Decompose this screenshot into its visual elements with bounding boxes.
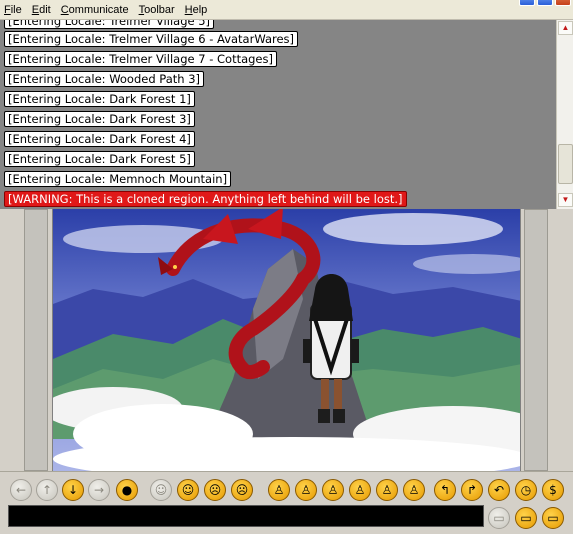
neutral-face-icon[interactable]: ☺	[150, 479, 172, 501]
chat-log: [Entering Locale: Trelmer Village 5] [En…	[0, 20, 556, 209]
jump-gesture-icon[interactable]: ♙	[376, 479, 398, 501]
back-arrow-icon[interactable]: ←	[10, 479, 32, 501]
minimize-button[interactable]	[519, 0, 535, 6]
speech-bubble-icon[interactable]: ▭	[488, 507, 510, 529]
chat-line: [Entering Locale: Dark Forest 5]	[4, 151, 195, 167]
left-side-panel	[24, 209, 48, 471]
menu-edit[interactable]: Edit	[32, 4, 51, 16]
down-arrow-icon[interactable]: ↓	[62, 479, 84, 501]
chat-line: [Entering Locale: Dark Forest 4]	[4, 131, 195, 147]
mountain-scene-image	[53, 209, 520, 471]
forward-arrow-icon[interactable]: →	[88, 479, 110, 501]
sad-face-icon[interactable]: ☹	[231, 479, 253, 501]
window-controls	[519, 0, 571, 6]
turn-right-icon[interactable]: ↱	[461, 479, 483, 501]
sit-gesture-icon[interactable]: ♙	[403, 479, 425, 501]
happy-face-icon[interactable]: ☺	[177, 479, 199, 501]
chat-line: [Entering Locale: Trelmer Village 6 - Av…	[4, 31, 299, 47]
region-view[interactable]	[52, 209, 521, 471]
scroll-thumb[interactable]	[558, 144, 573, 184]
warning-line: [WARNING: This is a cloned region. Anyth…	[4, 191, 407, 207]
turn-left-icon[interactable]: ↰	[434, 479, 456, 501]
menu-communicate[interactable]: Communicate	[61, 4, 129, 16]
chat-line: [Entering Locale: Dark Forest 3]	[4, 111, 195, 127]
chat-line: [Entering Locale: Trelmer Village 7 - Co…	[4, 51, 277, 67]
scene-frame	[0, 209, 573, 471]
thought-bubble-icon[interactable]: ▭	[542, 507, 564, 529]
menu-help[interactable]: Help	[185, 4, 208, 16]
maximize-button[interactable]	[537, 0, 553, 6]
point-gesture-icon[interactable]: ♙	[295, 479, 317, 501]
chat-scrollbar[interactable]: ▲ ▼	[556, 20, 573, 209]
menu-file[interactable]: File	[4, 4, 22, 16]
close-button[interactable]	[555, 0, 571, 6]
chat-line: [Entering Locale: Dark Forest 1]	[4, 91, 195, 107]
bow-gesture-icon[interactable]: ♙	[349, 479, 371, 501]
talk-bubble-icon[interactable]: ●	[116, 479, 138, 501]
chat-line: [Entering Locale: Memnoch Mountain]	[4, 171, 232, 187]
scroll-down-arrow-icon[interactable]: ▼	[558, 193, 573, 207]
menu-bar: File Edit Communicate Toolbar Help	[0, 0, 573, 20]
chat-input[interactable]	[8, 505, 484, 527]
up-arrow-icon[interactable]: ↑	[36, 479, 58, 501]
bottom-toolbar: ← ↑ ↓ → ● ☺ ☺ ☹ ☹ ♙ ♙ ♙ ♙ ♙ ♙ ↰ ↱ ↶ ◷ $ …	[0, 471, 573, 534]
menu-toolbar[interactable]: Toolbar	[139, 4, 175, 16]
chat-line: [Entering Locale: Trelmer Village 5]	[4, 20, 215, 29]
esp-bubble-icon[interactable]: ▭	[515, 507, 537, 529]
stand-gesture-icon[interactable]: ♙	[322, 479, 344, 501]
wave-gesture-icon[interactable]: ♙	[268, 479, 290, 501]
clock-icon[interactable]: ◷	[515, 479, 537, 501]
right-side-panel	[524, 209, 548, 471]
money-icon[interactable]: $	[542, 479, 564, 501]
turn-around-icon[interactable]: ↶	[488, 479, 510, 501]
angry-face-icon[interactable]: ☹	[204, 479, 226, 501]
scroll-up-arrow-icon[interactable]: ▲	[558, 21, 573, 35]
chat-line: [Entering Locale: Wooded Path 3]	[4, 71, 205, 87]
